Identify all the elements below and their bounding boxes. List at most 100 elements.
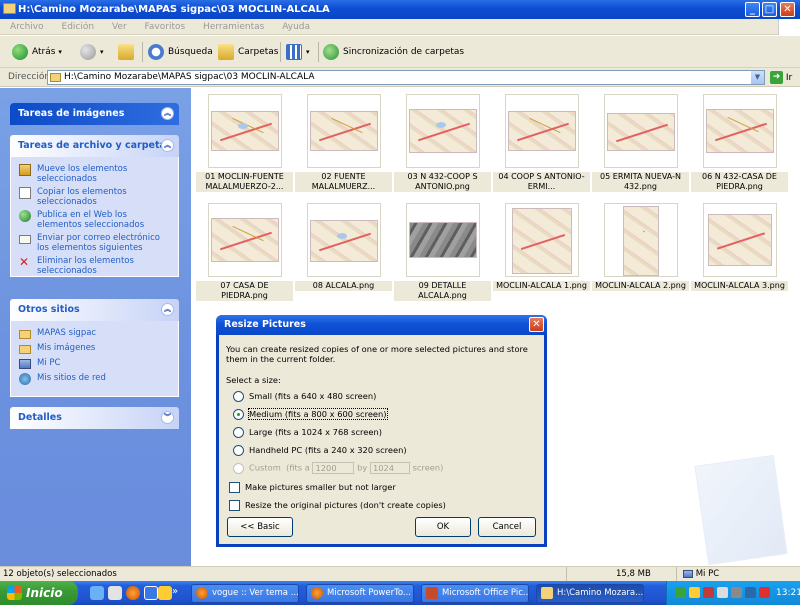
system-tray: 13:21 (666, 581, 800, 605)
file-thumbnail[interactable]: 07 CASA DE PIEDRA.png (196, 199, 293, 305)
dialog-close-button[interactable]: ✕ (529, 317, 544, 332)
tray-icon[interactable] (689, 587, 700, 598)
close-button[interactable]: ✕ (780, 2, 795, 17)
up-folder-button[interactable] (118, 43, 138, 61)
menu-favoritos[interactable]: Favoritos (145, 22, 186, 32)
dialog-titlebar: Resize Pictures ✕ (216, 315, 547, 335)
menu-edicion[interactable]: Edición (62, 22, 95, 32)
details-panel: Detalles ︾ (10, 407, 179, 429)
file-thumbnail[interactable]: 08 ALCALA.png (295, 199, 392, 305)
expand-icon[interactable]: ︾ (161, 411, 174, 424)
place-mis-sitios-de-red[interactable]: Mis sitios de red (19, 373, 172, 385)
sync-icon (323, 43, 339, 60)
cancel-button[interactable]: Cancel (478, 517, 536, 537)
task-delete[interactable]: ✕ Eliminar los elementos seleccionados (19, 256, 172, 276)
explorer-icon[interactable] (108, 586, 122, 600)
custom-width-input[interactable]: 1200 (312, 462, 355, 474)
file-name: 01 MOCLIN-FUENTE MALALMUERZO-2... (196, 172, 293, 192)
file-name: 08 ALCALA.png (295, 281, 392, 291)
forward-button[interactable]: ▾ (80, 43, 104, 61)
file-thumbnail[interactable]: 02 FUENTE MALALMUERZ... (295, 90, 392, 196)
search-button[interactable]: Búsqueda (148, 43, 213, 61)
place-mapas-sigpac[interactable]: MAPAS sigpac (19, 328, 172, 340)
place-mis-imagenes[interactable]: Mis imágenes (19, 343, 172, 355)
dialog-intro: You can create resized copies of one or … (226, 344, 528, 364)
collapse-icon[interactable]: ︽ (161, 139, 174, 152)
file-name: 02 FUENTE MALALMUERZ... (295, 172, 392, 192)
ok-button[interactable]: OK (415, 517, 471, 537)
address-input[interactable]: H:\Camino Mozarabe\MAPAS sigpac\03 MOCLI… (47, 70, 765, 85)
size-large-radio[interactable]: Large (fits a 1024 x 768 screen) (233, 427, 382, 438)
file-thumbnail[interactable]: 05 ERMITA NUEVA-N 432.png (592, 90, 689, 196)
computer-icon (683, 569, 693, 578)
maximize-button[interactable]: □ (762, 2, 777, 17)
tray-icon[interactable] (731, 587, 742, 598)
folders-icon (218, 43, 234, 60)
firefox-icon (311, 587, 323, 599)
dialog-title: Resize Pictures (224, 319, 306, 330)
resize-original-checkbox[interactable]: Resize the original pictures (don't crea… (229, 500, 446, 511)
task-publish[interactable]: Publica en el Web los elementos seleccio… (19, 210, 172, 230)
image-tasks-header[interactable]: Tareas de imágenes ︽ (10, 103, 179, 125)
folders-button[interactable]: Carpetas (218, 43, 278, 61)
picture-watermark-icon (694, 454, 788, 566)
menu-archivo[interactable]: Archivo (10, 22, 44, 32)
file-thumbnail[interactable]: 04 COOP S ANTONIO-ERMI... (493, 90, 590, 196)
tray-icon[interactable] (759, 587, 770, 598)
tray-icon[interactable] (745, 587, 756, 598)
clock[interactable]: 13:21 (776, 581, 800, 605)
file-thumbnail[interactable]: MOCLIN-ALCALA 1.png (493, 199, 590, 305)
task-copy[interactable]: Copiar los elementos seleccionados (19, 187, 172, 207)
views-icon (286, 43, 302, 60)
minimize-button[interactable]: _ (745, 2, 760, 17)
smaller-only-checkbox[interactable]: Make pictures smaller but not larger (229, 482, 396, 493)
views-button[interactable]: ▾ (286, 43, 310, 61)
file-thumbnail[interactable]: MOCLIN-ALCALA 3.png (691, 199, 788, 305)
status-location: Mi PC (676, 567, 800, 581)
menu-ver[interactable]: Ver (112, 22, 127, 32)
task-powertoys[interactable]: Microsoft PowerTo... (306, 584, 414, 603)
tray-icon[interactable] (703, 587, 714, 598)
task-move[interactable]: Mueve los elementos seleccionados (19, 164, 172, 184)
other-places-header[interactable]: Otros sitios ︽ (10, 299, 179, 321)
size-handheld-radio[interactable]: Handheld PC (fits a 240 x 320 screen) (233, 445, 407, 456)
collapse-icon[interactable]: ︽ (161, 107, 174, 120)
tray-icon[interactable] (717, 587, 728, 598)
ie-icon[interactable] (144, 586, 158, 600)
collapse-icon[interactable]: ︽ (161, 303, 174, 316)
size-custom-radio[interactable]: Custom (fits a 1200 by 1024 screen) (233, 462, 443, 474)
file-thumbnail[interactable]: 06 N 432-CASA DE PIEDRA.png (691, 90, 788, 196)
task-explorer[interactable]: H:\Camino Mozara... (536, 584, 644, 603)
file-thumbnail[interactable]: MOCLIN-ALCALA 2.png (592, 199, 689, 305)
task-email[interactable]: Enviar por correo electrónico los elemen… (19, 233, 172, 253)
file-name: 07 CASA DE PIEDRA.png (196, 281, 293, 301)
place-mi-pc[interactable]: Mi PC (19, 358, 172, 370)
quicklaunch-chevron[interactable]: » (172, 586, 178, 597)
custom-height-input[interactable]: 1024 (369, 462, 410, 474)
size-medium-radio[interactable]: Medium (fits a 800 x 600 screen) (233, 408, 388, 420)
menu-bar: Archivo Edición Ver Favoritos Herramient… (0, 19, 800, 35)
media-icon[interactable] (158, 586, 172, 600)
menu-herramientas[interactable]: Herramientas (203, 22, 264, 32)
task-office-picture[interactable]: Microsoft Office Pic... (421, 584, 529, 603)
menu-ayuda[interactable]: Ayuda (282, 22, 310, 32)
details-header[interactable]: Detalles ︾ (10, 407, 179, 429)
file-tasks-header[interactable]: Tareas de archivo y carpeta ︽ (10, 135, 179, 157)
window-title: H:\Camino Mozarabe\MAPAS sigpac\03 MOCLI… (18, 4, 330, 15)
tray-icon[interactable] (675, 587, 686, 598)
task-vogue[interactable]: vogue :: Ver tema ... (191, 584, 299, 603)
back-button[interactable]: Atrás ▾ (12, 43, 62, 61)
desktop-icon[interactable] (90, 586, 104, 600)
go-button[interactable]: ➜ Ir (770, 71, 792, 85)
size-small-radio[interactable]: Small (fits a 640 x 480 screen) (233, 391, 376, 402)
firefox-icon[interactable] (126, 586, 140, 600)
folder-icon (50, 73, 61, 82)
file-name: 06 N 432-CASA DE PIEDRA.png (691, 172, 788, 192)
file-thumbnail[interactable]: 01 MOCLIN-FUENTE MALALMUERZO-2... (196, 90, 293, 196)
basic-button[interactable]: << Basic (227, 517, 293, 537)
file-thumbnail[interactable]: 09 DETALLE ALCALA.png (394, 199, 491, 305)
start-button[interactable]: Inicio (0, 581, 78, 605)
sync-folders-button[interactable]: Sincronización de carpetas (323, 43, 464, 61)
chevron-down-icon[interactable]: ▼ (751, 71, 764, 84)
file-thumbnail[interactable]: 03 N 432-COOP S ANTONIO.png (394, 90, 491, 196)
